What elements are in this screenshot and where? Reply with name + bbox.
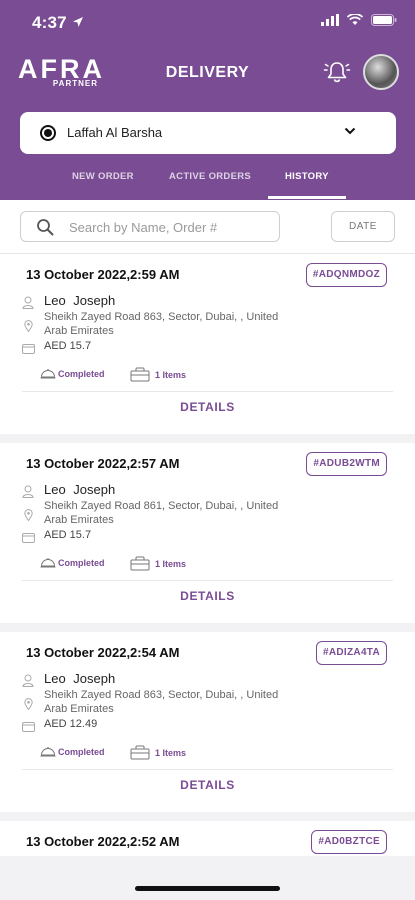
order-date: 13 October 2022,2:52 AM <box>26 834 180 849</box>
bell-icon[interactable] <box>323 58 351 86</box>
status-bar: 4:37 <box>0 0 415 44</box>
order-amount: AED 15.7 <box>44 340 92 352</box>
cloche-icon <box>40 369 56 379</box>
page-title: DELIVERY <box>165 64 250 81</box>
cloche-icon <box>40 558 56 568</box>
divider <box>22 391 393 392</box>
location-name: Laffah Al Barsha <box>67 125 163 140</box>
order-items: 1 Items <box>130 745 186 760</box>
status-time: 4:37 <box>32 13 67 32</box>
order-amount: AED 12.49 <box>44 718 98 730</box>
location-radio-icon <box>40 125 56 141</box>
wallet-icon <box>22 533 35 543</box>
delivery-address: Sheikh Zayed Road 861, Sector, Dubai, , … <box>44 500 279 526</box>
search-icon <box>37 219 54 236</box>
order-status-label: Completed <box>58 746 105 757</box>
customer-name: Leo Joseph <box>44 293 116 308</box>
order-card: 13 October 2022,2:54 AM #ADIZA4TA Leo Jo… <box>0 632 415 812</box>
order-status-label: Completed <box>58 557 105 568</box>
order-status: Completed <box>40 368 105 379</box>
order-card: 13 October 2022,2:57 AM #ADUB2WTM Leo Jo… <box>0 443 415 623</box>
battery-icon <box>371 14 397 26</box>
location-pin-icon <box>24 509 33 521</box>
search-bar-area: DATE <box>0 200 415 254</box>
user-icon <box>22 296 34 309</box>
location-arrow-icon <box>73 17 83 27</box>
order-amount: AED 15.7 <box>44 529 92 541</box>
details-button[interactable]: DETAILS <box>0 400 415 414</box>
order-items-count: 1 Items <box>155 558 187 569</box>
order-items-count: 1 Items <box>155 369 187 380</box>
details-button[interactable]: DETAILS <box>0 778 415 792</box>
order-id-badge: #ADIZA4TA <box>316 641 387 665</box>
order-items-count: 1 Items <box>155 747 187 758</box>
order-date: 13 October 2022,2:59 AM <box>26 267 180 282</box>
search-input[interactable] <box>69 215 269 239</box>
date-filter-button[interactable]: DATE <box>331 211 395 242</box>
tab-active-orders[interactable]: ACTIVE ORDERS <box>169 171 251 182</box>
cloche-icon <box>40 747 56 757</box>
search-box[interactable] <box>20 211 280 242</box>
home-indicator[interactable] <box>135 886 280 891</box>
divider <box>22 769 393 770</box>
order-id-badge: #ADUB2WTM <box>306 452 387 476</box>
delivery-address: Sheikh Zayed Road 863, Sector, Dubai, , … <box>44 689 279 715</box>
shopping-bag-icon <box>130 556 150 571</box>
wifi-icon <box>347 14 363 25</box>
customer-name: Leo Joseph <box>44 671 116 686</box>
app-header: 4:37 AFRA PARTNER DELIVERY Laffah Al Bar… <box>0 0 415 200</box>
shopping-bag-icon <box>130 367 150 382</box>
order-date: 13 October 2022,2:54 AM <box>26 645 180 660</box>
order-date: 13 October 2022,2:57 AM <box>26 456 180 471</box>
order-status: Completed <box>40 746 105 757</box>
order-items: 1 Items <box>130 367 186 382</box>
tab-history[interactable]: HISTORY <box>285 171 329 182</box>
user-icon <box>22 674 34 687</box>
location-selector[interactable]: Laffah Al Barsha <box>20 112 396 154</box>
order-id-badge: #AD0BZTCE <box>311 830 387 854</box>
wallet-icon <box>22 344 35 354</box>
divider <box>22 580 393 581</box>
location-pin-icon <box>24 698 33 710</box>
avatar[interactable] <box>363 54 399 90</box>
delivery-address: Sheikh Zayed Road 863, Sector, Dubai, , … <box>44 311 279 337</box>
order-card: 13 October 2022,2:52 AM #AD0BZTCE <box>0 821 415 856</box>
order-id-badge: #ADQNMDOZ <box>305 263 387 287</box>
order-status: Completed <box>40 557 105 568</box>
tab-bar: NEW ORDER ACTIVE ORDERS HISTORY <box>0 160 415 200</box>
order-status-label: Completed <box>58 368 105 379</box>
wallet-icon <box>22 722 35 732</box>
order-items: 1 Items <box>130 556 186 571</box>
tab-new-order[interactable]: NEW ORDER <box>72 171 134 182</box>
shopping-bag-icon <box>130 745 150 760</box>
details-button[interactable]: DETAILS <box>0 589 415 603</box>
chevron-down-icon <box>344 127 356 135</box>
order-card: 13 October 2022,2:59 AM #ADQNMDOZ Leo Jo… <box>0 254 415 434</box>
customer-name: Leo Joseph <box>44 482 116 497</box>
location-pin-icon <box>24 320 33 332</box>
active-tab-indicator <box>268 196 346 199</box>
signal-icon <box>321 14 339 26</box>
user-icon <box>22 485 34 498</box>
